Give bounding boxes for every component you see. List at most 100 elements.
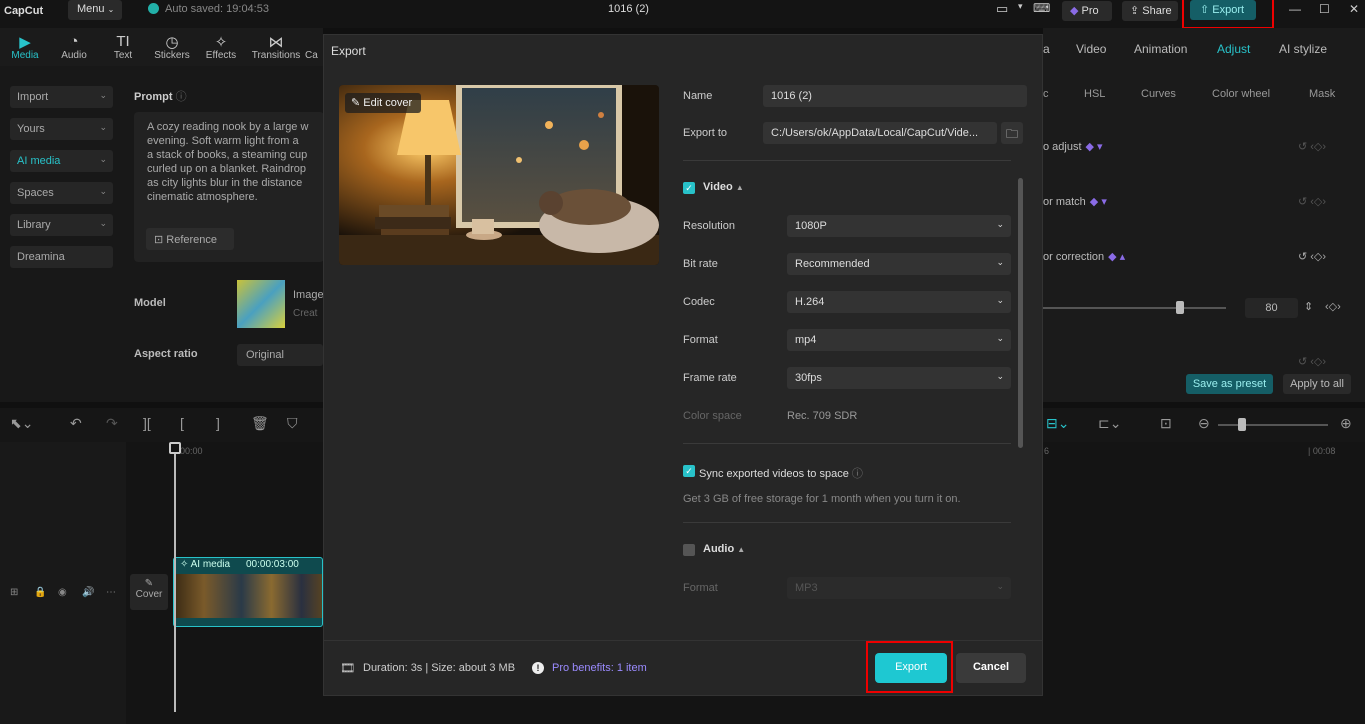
trim-left-icon[interactable]: [ <box>180 415 184 431</box>
keyframe-icon[interactable]: ↺ ‹◇› <box>1298 355 1326 368</box>
delete-icon[interactable]: 🗑 <box>251 415 269 432</box>
keyframe-icon[interactable]: ↺ ‹◇› <box>1298 250 1326 263</box>
video-section-title[interactable]: Video ▲ <box>703 181 744 193</box>
layout-icon[interactable]: ▭ <box>996 1 1008 17</box>
undo-icon[interactable]: ↶ <box>70 415 82 432</box>
format-select[interactable]: mp4 ⌄ <box>787 329 1011 351</box>
apply-to-all-button[interactable]: Apply to all <box>1283 374 1351 394</box>
trim-right-icon[interactable]: ] <box>216 415 220 431</box>
audio-section-title[interactable]: Audio ▲ <box>703 543 745 555</box>
chevron-down-icon: ⌄ <box>107 5 115 14</box>
maximize-icon[interactable]: ☐ <box>1319 2 1330 16</box>
tab-effects[interactable]: ✧ Effects <box>200 33 242 61</box>
keyframe-icon[interactable]: ‹◇› <box>1325 300 1341 313</box>
sidebar-item-yours[interactable]: Yours ⌄ <box>10 118 113 140</box>
tab-media[interactable]: ▶ Media <box>4 33 46 61</box>
export-path-input[interactable]: C:/Users/ok/AppData/Local/CapCut/Vide... <box>763 122 997 144</box>
inspector-panel <box>1043 28 1365 402</box>
stepper-icon[interactable]: ⇕ <box>1304 300 1313 313</box>
dialog-title: Export <box>331 44 366 58</box>
pro-button[interactable]: ◆ Pro <box>1062 1 1112 21</box>
tab-audio[interactable]: ◔ Audio <box>53 33 95 61</box>
tab-ai-stylize[interactable]: AI stylize <box>1279 42 1327 56</box>
codec-select[interactable]: H.264 ⌄ <box>787 291 1011 313</box>
share-button[interactable]: ⇪ Share <box>1122 1 1178 21</box>
volume-icon[interactable]: 🔊 <box>82 587 94 598</box>
framerate-select[interactable]: 30fps ⌄ <box>787 367 1011 389</box>
layout-chevron-icon[interactable]: ▾ <box>1018 1 1023 12</box>
cancel-button[interactable]: Cancel <box>956 653 1026 683</box>
select-tool-icon[interactable]: ⬉⌄ <box>10 415 33 432</box>
zoom-in-icon[interactable]: ⊕ <box>1340 415 1352 432</box>
tab-transitions[interactable]: ⋈ Transitions <box>249 33 303 61</box>
minimize-icon[interactable]: — <box>1289 2 1301 16</box>
export-summary: Duration: 3s | Size: about 3 MB <box>363 662 516 674</box>
color-match-row[interactable]: or match ◆ ▾ <box>1043 195 1107 208</box>
lock-icon[interactable]: 🔒 <box>34 587 46 598</box>
auto-adjust-row[interactable]: o adjust ◆ ▾ <box>1043 140 1103 153</box>
zoom-out-icon[interactable]: ⊖ <box>1198 415 1210 432</box>
subtab-curves[interactable]: Curves <box>1141 88 1176 100</box>
tab-partial[interactable]: a <box>1043 42 1050 56</box>
close-icon[interactable]: ✕ <box>1349 2 1359 16</box>
tab-adjust[interactable]: Adjust <box>1217 42 1250 56</box>
redo-icon[interactable]: ↷ <box>106 415 118 432</box>
model-subtitle: Creat <box>293 308 318 319</box>
resolution-select[interactable]: 1080P ⌄ <box>787 215 1011 237</box>
menu-button[interactable]: Menu ⌄ <box>68 0 122 20</box>
playhead-handle[interactable] <box>169 442 181 454</box>
tab-stickers[interactable]: ◷ Stickers <box>151 33 193 61</box>
folder-icon[interactable]: 🗀 <box>1001 122 1023 144</box>
zoom-slider-handle[interactable] <box>1238 418 1246 431</box>
info-icon: ⓘ <box>175 91 187 103</box>
more-icon[interactable]: ⋯ <box>106 587 116 598</box>
snap-icon[interactable]: ⊏⌄ <box>1098 415 1121 432</box>
pro-benefits-link[interactable]: Pro benefits: 1 item <box>552 662 647 674</box>
color-correction-row[interactable]: or correction ◆ ▴ <box>1043 250 1125 263</box>
split-icon[interactable]: ][ <box>143 415 151 431</box>
gem-icon: ◆ ▾ <box>1085 141 1103 153</box>
tab-label: Effects <box>205 50 237 61</box>
sidebar-item-import[interactable]: Import ⌄ <box>10 86 113 108</box>
correction-value[interactable]: 80 <box>1245 298 1298 318</box>
cover-label: Cover <box>135 589 163 600</box>
keyframe-icon[interactable]: ↺ ‹◇› <box>1298 140 1326 153</box>
tab-text[interactable]: TI Text <box>102 33 144 61</box>
preview-icon[interactable]: ⊡ <box>1160 415 1172 432</box>
video-clip[interactable]: ✧ AI media 00:00:03:00 <box>173 557 323 627</box>
cover-button[interactable]: ✎ Cover <box>130 574 168 610</box>
aspect-ratio-select[interactable]: Original <box>237 344 323 366</box>
tab-captions[interactable]: Ca <box>305 33 323 61</box>
edit-cover-button[interactable]: ✎ Edit cover <box>345 93 421 113</box>
video-checkbox[interactable]: ✓ <box>683 182 695 194</box>
sidebar-item-library[interactable]: Library ⌄ <box>10 214 113 236</box>
subtab-hsl[interactable]: HSL <box>1084 88 1105 100</box>
marker-icon[interactable]: ⛉ <box>287 415 298 432</box>
sidebar-item-ai-media[interactable]: AI media ⌄ <box>10 150 113 172</box>
subtab-mask[interactable]: Mask <box>1309 88 1335 100</box>
subtab-basic[interactable]: c <box>1043 88 1049 100</box>
sidebar-item-dreamina[interactable]: Dreamina <box>10 246 113 268</box>
audio-format-select[interactable]: MP3 ⌄ <box>787 577 1011 599</box>
dialog-scrollbar[interactable] <box>1018 178 1023 448</box>
audio-checkbox[interactable] <box>683 544 695 556</box>
keyframe-icon[interactable]: ↺ ‹◇› <box>1298 195 1326 208</box>
reference-button[interactable]: ⊡ Reference <box>146 228 234 250</box>
sidebar-item-spaces[interactable]: Spaces ⌄ <box>10 182 113 204</box>
track-add-icon[interactable]: ⊞ <box>10 587 18 598</box>
link-icon[interactable]: ⊟⌄ <box>1046 415 1069 432</box>
sync-checkbox[interactable]: ✓ <box>683 465 695 477</box>
correction-slider-track[interactable] <box>1043 307 1226 309</box>
name-input[interactable]: 1016 (2) <box>763 85 1027 107</box>
zoom-slider[interactable] <box>1218 424 1328 426</box>
keyboard-icon[interactable]: ⌨ <box>1033 1 1050 15</box>
playhead[interactable] <box>174 442 176 712</box>
correction-slider-handle[interactable] <box>1176 301 1184 314</box>
save-preset-button[interactable]: Save as preset <box>1186 374 1273 394</box>
model-thumbnail[interactable] <box>237 280 285 328</box>
tab-animation[interactable]: Animation <box>1134 42 1187 56</box>
bitrate-select[interactable]: Recommended ⌄ <box>787 253 1011 275</box>
subtab-color-wheel[interactable]: Color wheel <box>1212 88 1270 100</box>
tab-video[interactable]: Video <box>1076 42 1106 56</box>
eye-icon[interactable]: ◉ <box>58 587 67 598</box>
